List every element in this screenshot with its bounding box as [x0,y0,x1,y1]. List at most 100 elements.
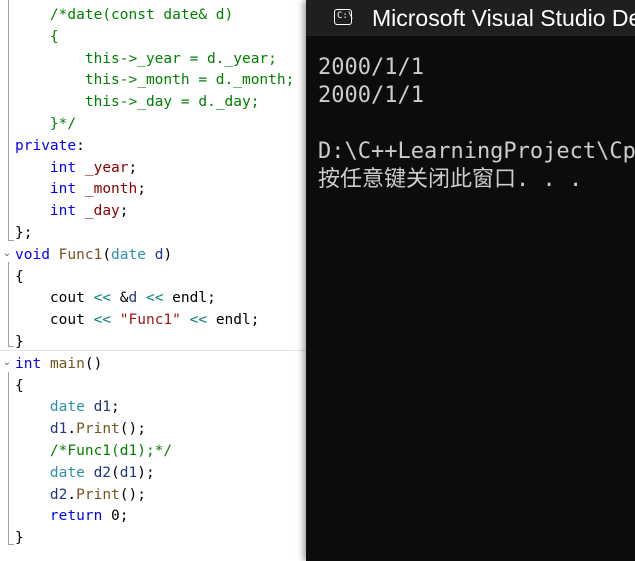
code-token: ; [119,203,129,220]
variable-token: d1 [119,464,138,481]
code-line: d1.Print(); [15,419,294,441]
member-token: _year [76,159,129,176]
code-token: ( [111,464,120,481]
code-token: cout [15,312,94,329]
code-line: return 0; [15,506,294,528]
code-token: endl; [163,290,216,307]
comment-token: { [15,28,59,45]
code-line: } [15,332,294,354]
code-line: int _day; [15,201,294,223]
screen: ⌄ ⌄ /*date(const date& d) { this->_year … [0,0,635,561]
console-output: 2000/1/1 2000/1/1 D:\C++LearningProject\Cp… [318,54,635,194]
code-token: cout [15,290,94,307]
keyword-token: int [49,203,77,220]
code-token: ( [102,246,112,263]
code-token: { [15,268,24,285]
fold-chevron-icon[interactable]: ⌄ [1,357,13,369]
code-token: }; [15,224,33,241]
keyword-token: int [49,159,77,176]
code-line: { [15,267,294,289]
fold-guide-end [8,544,14,545]
operator-token: << [145,290,164,307]
variable-token: d [128,290,138,307]
fold-guide-end [8,240,14,241]
code-line: this->_year = d._year; [15,49,294,71]
code-line: int _month; [15,179,294,201]
keyword-token: return [49,508,103,525]
code-line: this->_month = d._month; [15,70,295,92]
keyword-token: private [15,137,77,154]
code-token: (); [119,486,146,503]
variable-token: d2 [84,464,112,481]
comment-token: this->_year = d._year; [15,50,277,67]
code-token: endl; [207,312,260,329]
comment-token: /*date(const date& d) [15,7,234,23]
console-icon-label: C:\ [337,11,354,21]
code-token: } [15,530,24,547]
code-line: { [15,27,294,49]
keyword-token: int [15,355,42,372]
code-text[interactable]: /*date(const date& d) { this->_year = d.… [15,5,294,550]
code-line: /*Func1(d1);*/ [15,441,294,463]
member-token: _day [76,203,120,220]
code-line: cout << "Func1" << endl; [15,310,294,332]
code-token: : [76,137,85,154]
code-line: void Func1(date d) [15,245,294,267]
code-token: 0; [102,508,129,525]
operator-token: << [93,312,112,329]
code-line: }; [15,223,294,245]
function-token: main [49,355,85,372]
keyword-token: int [49,181,77,198]
code-line: int _year; [15,158,294,180]
fold-guide [8,262,9,346]
code-line: date d2(d1); [15,463,294,485]
code-token: (); [119,421,146,438]
console-titlebar[interactable]: C:\ Microsoft Visual Studio Debug Consol… [306,0,635,36]
fold-chevron-icon[interactable]: ⌄ [1,248,13,260]
console-line: 按任意键关闭此窗口. . . [318,167,583,192]
function-token: Print [76,421,120,438]
code-line: { [15,376,294,398]
variable-token: d1 [49,421,68,438]
debug-console-window[interactable]: C:\ Microsoft Visual Studio Debug Consol… [306,0,635,561]
comment-token: }*/ [15,115,77,132]
code-editor[interactable]: ⌄ ⌄ /*date(const date& d) { this->_year … [0,0,306,561]
operator-token: << [189,312,208,329]
type-token: date [49,464,85,481]
code-token: . [67,486,77,503]
code-token: ); [137,464,155,481]
string-token: "Func1" [119,312,181,329]
variable-token: d [145,246,164,263]
code-line: cout << &d << endl; [15,288,294,310]
code-token: ) [163,246,173,263]
code-token: . [67,421,77,438]
code-line: private: [15,136,294,158]
variable-token: d1 [84,399,112,416]
console-line: D:\C++LearningProject\Cpp\x64\Debug\Cpp.… [318,139,635,164]
code-token: } [15,333,24,350]
code-line: /*date(const date& d) [15,5,294,27]
type-token: date [111,246,146,263]
console-line: 2000/1/1 [318,55,424,80]
fold-guide [8,0,9,240]
code-token: ; [111,399,120,416]
console-line: 2000/1/1 [318,83,424,108]
code-line: } [15,528,294,550]
operator-token: << [93,290,112,307]
code-token: { [15,377,24,394]
code-line: d2.Print(); [15,485,294,507]
